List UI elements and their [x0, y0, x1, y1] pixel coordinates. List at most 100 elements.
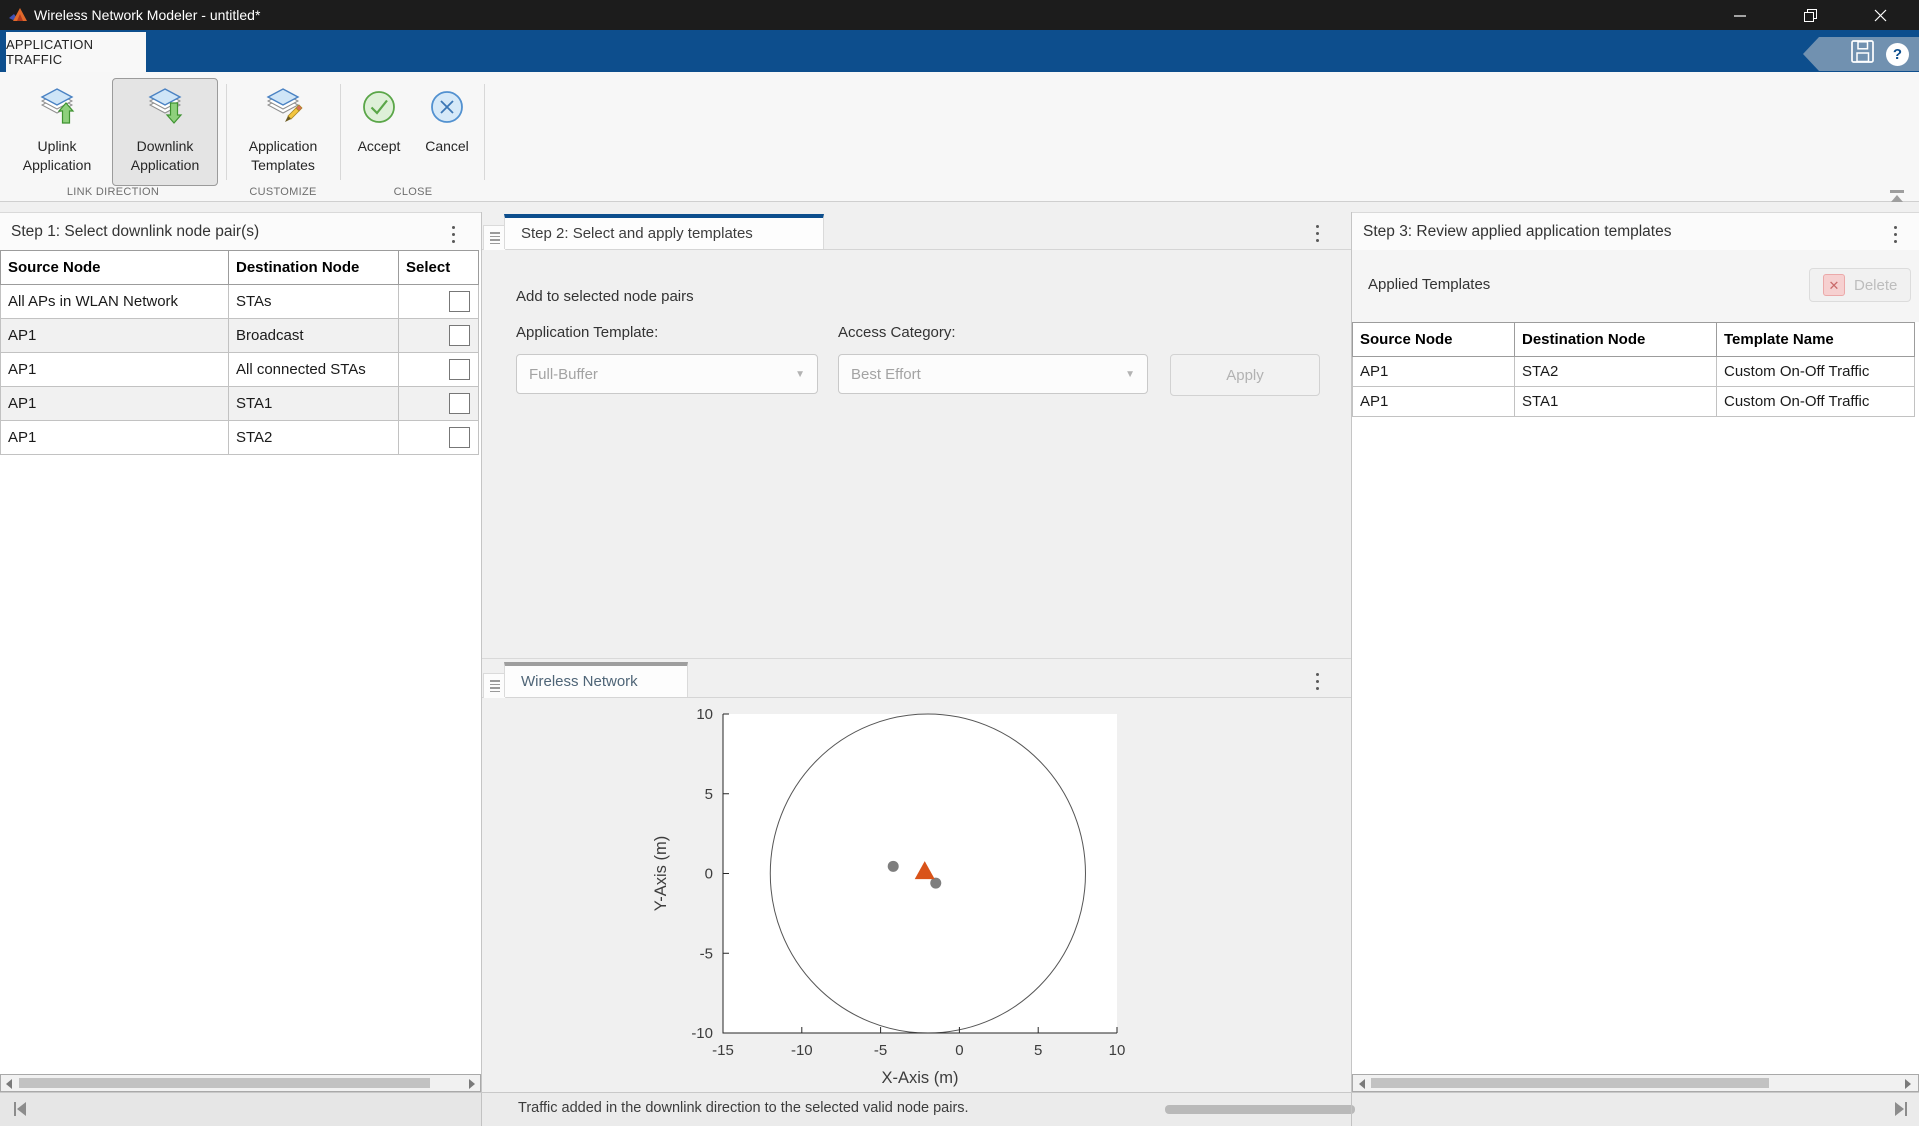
table-header-row: Source NodeDestination NodeSelect [1, 251, 479, 285]
grip-icon [490, 680, 500, 692]
column-header[interactable]: Select [399, 251, 479, 285]
table-cell: STA1 [229, 387, 399, 421]
x-tick-label: 5 [1034, 1042, 1042, 1059]
window-title: Wireless Network Modeler - untitled* [34, 7, 260, 23]
y-tick-label: -10 [691, 1025, 713, 1042]
skip-to-end-icon[interactable] [1893, 1101, 1909, 1122]
ribbon-tab-strip: APPLICATION TRAFFIC ? [0, 30, 1919, 72]
column-header[interactable]: Destination Node [1515, 323, 1717, 357]
collapse-toolstrip-icon[interactable] [1888, 188, 1906, 209]
delete-x-icon: ✕ [1823, 274, 1845, 296]
column-header[interactable]: Destination Node [229, 251, 399, 285]
network-menu-icon[interactable] [1312, 669, 1323, 694]
table-cell: AP1 [1, 319, 229, 353]
quick-access-toolbar: ? [1803, 37, 1919, 71]
step1-horizontal-scrollbar[interactable] [0, 1074, 481, 1092]
select-cell [399, 387, 479, 421]
step2-menu-icon[interactable] [1312, 221, 1323, 246]
skip-to-start-icon[interactable] [12, 1101, 28, 1122]
scroll-left-icon[interactable] [1359, 1079, 1365, 1089]
app-window: Wireless Network Modeler - untitled* APP… [0, 0, 1919, 1126]
uplink-application-button[interactable]: UplinkApplication [8, 78, 106, 186]
status-bar-pill [1165, 1105, 1355, 1114]
restore-button[interactable] [1775, 0, 1845, 30]
select-cell [399, 319, 479, 353]
table-cell: STA2 [1515, 357, 1717, 387]
uplink-application-label: UplinkApplication [23, 137, 92, 175]
step2-panel-grip[interactable] [483, 225, 506, 250]
delete-button[interactable]: ✕ Delete [1809, 268, 1911, 302]
y-axis-label: Y-Axis (m) [652, 836, 670, 911]
table-row[interactable]: AP1STA1 [1, 387, 479, 421]
applied-templates-section: Applied Templates ✕ Delete [1352, 250, 1919, 322]
table-cell: Broadcast [229, 319, 399, 353]
table-row[interactable]: AP1STA1Custom On-Off Traffic [1353, 387, 1915, 417]
y-tick-label: 5 [705, 786, 713, 803]
apply-button[interactable]: Apply [1170, 354, 1320, 396]
access-category-dropdown[interactable]: Best Effort ▼ [838, 354, 1148, 394]
save-icon[interactable] [1849, 38, 1876, 70]
network-tab-strip: Wireless Network [482, 660, 1351, 698]
scroll-right-icon[interactable] [1905, 1079, 1911, 1089]
close-icon[interactable] [1845, 0, 1915, 30]
y-tick-label: -5 [700, 945, 713, 962]
table-row[interactable]: AP1STA2Custom On-Off Traffic [1353, 357, 1915, 387]
column-header[interactable]: Source Node [1, 251, 229, 285]
help-icon[interactable]: ? [1886, 43, 1909, 66]
matlab-logo-icon [8, 6, 28, 24]
select-checkbox[interactable] [449, 393, 470, 414]
tab-step2-label: Step 2: Select and apply templates [521, 225, 753, 242]
table-header-row: Source NodeDestination NodeTemplate Name [1353, 323, 1915, 357]
tab-application-traffic[interactable]: APPLICATION TRAFFIC [6, 32, 146, 72]
toolbar-separator [484, 84, 485, 180]
step3-menu-icon[interactable] [1890, 222, 1901, 247]
application-templates-button[interactable]: ApplicationTemplates [232, 78, 334, 186]
table-cell: AP1 [1353, 357, 1515, 387]
select-checkbox[interactable] [449, 325, 470, 346]
sta-node-marker[interactable] [888, 861, 899, 872]
ribbon-toolbar: UplinkApplication DownlinkApplication [0, 72, 1919, 202]
step2-tab-strip: Step 2: Select and apply templates [482, 212, 1351, 250]
tab-step2[interactable]: Step 2: Select and apply templates [504, 214, 824, 249]
step3-title: Step 3: Review applied application templ… [1363, 223, 1671, 241]
scrollbar-thumb[interactable] [19, 1078, 430, 1088]
accept-label: Accept [358, 137, 401, 156]
column-header[interactable]: Source Node [1353, 323, 1515, 357]
select-checkbox[interactable] [449, 427, 470, 448]
scroll-left-icon[interactable] [6, 1079, 12, 1089]
column-header[interactable]: Template Name [1717, 323, 1915, 357]
step3-panel: Step 3: Review applied application templ… [1352, 212, 1919, 1074]
minimize-button[interactable] [1705, 0, 1775, 30]
select-cell [399, 421, 479, 455]
toolbar-separator [226, 84, 227, 180]
select-checkbox[interactable] [449, 359, 470, 380]
downlink-application-button[interactable]: DownlinkApplication [112, 78, 218, 186]
status-bar: Traffic added in the downlink direction … [0, 1092, 1919, 1126]
sta-node-marker[interactable] [930, 878, 941, 889]
scroll-right-icon[interactable] [469, 1079, 475, 1089]
network-panel-grip[interactable] [483, 673, 506, 698]
cancel-button[interactable]: Cancel [416, 78, 478, 186]
step3-horizontal-scrollbar[interactable] [1352, 1074, 1919, 1092]
select-checkbox[interactable] [449, 291, 470, 312]
wireless-network-panel: Wireless Network -15-10-50510-10-50510X-… [482, 658, 1351, 1092]
select-cell [399, 285, 479, 319]
step1-menu-icon[interactable] [448, 222, 459, 247]
table-row[interactable]: AP1Broadcast [1, 319, 479, 353]
add-to-node-pairs-label: Add to selected node pairs [516, 288, 694, 305]
tab-wireless-network[interactable]: Wireless Network [504, 662, 688, 697]
downlink-application-label: DownlinkApplication [131, 137, 200, 175]
access-category-label: Access Category: [838, 324, 956, 341]
chevron-down-icon: ▼ [795, 369, 805, 380]
table-row[interactable]: All APs in WLAN NetworkSTAs [1, 285, 479, 319]
step1-panel: Step 1: Select downlink node pair(s) Sou… [0, 212, 481, 1074]
step1-title: Step 1: Select downlink node pair(s) [11, 223, 259, 241]
toolbar-separator [340, 84, 341, 180]
x-tick-label: 10 [1109, 1042, 1126, 1059]
application-template-dropdown[interactable]: Full-Buffer ▼ [516, 354, 818, 394]
x-axis-label: X-Axis (m) [882, 1069, 959, 1087]
table-row[interactable]: AP1STA2 [1, 421, 479, 455]
accept-button[interactable]: Accept [348, 78, 410, 186]
table-row[interactable]: AP1All connected STAs [1, 353, 479, 387]
scrollbar-thumb[interactable] [1371, 1078, 1769, 1088]
